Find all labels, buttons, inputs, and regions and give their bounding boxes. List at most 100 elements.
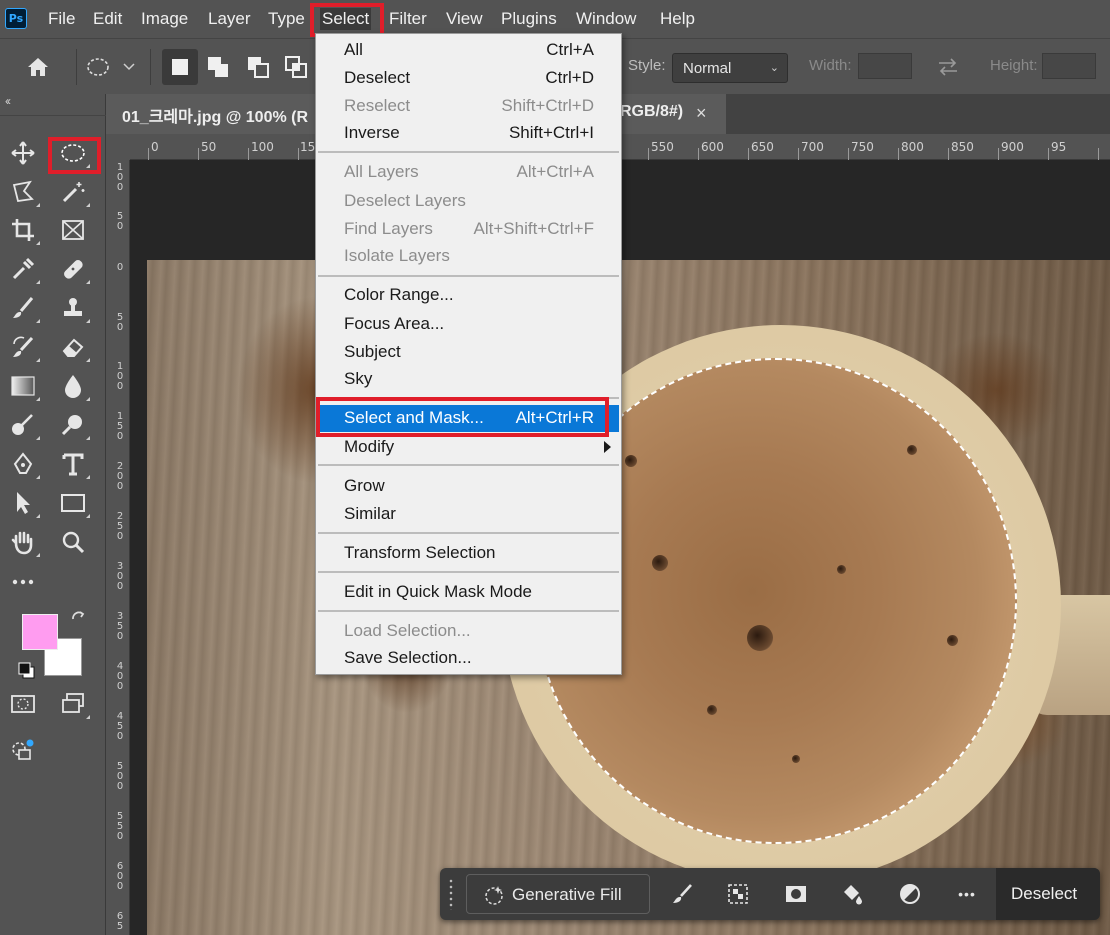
swap-width-height-icon[interactable] xyxy=(930,49,966,85)
menu-select[interactable]: Select xyxy=(320,8,372,30)
pen-tool-icon[interactable] xyxy=(5,447,41,481)
menu-item-quick-mask-mode[interactable]: Edit in Quick Mask Mode xyxy=(316,579,621,606)
adjustment-layer-icon[interactable] xyxy=(897,881,923,907)
deselect-button[interactable]: Deselect xyxy=(996,868,1100,920)
menu-layer[interactable]: Layer xyxy=(206,8,253,30)
ruler-tick xyxy=(798,148,799,160)
eyedropper-tool-icon[interactable] xyxy=(5,252,41,286)
menu-help[interactable]: Help xyxy=(658,8,697,30)
default-colors-icon[interactable] xyxy=(18,662,36,680)
photoshop-logo-icon[interactable]: Ps xyxy=(5,8,27,29)
menu-item-color-range[interactable]: Color Range... xyxy=(316,282,621,309)
more-tools-icon[interactable] xyxy=(5,565,41,599)
ruler-label: 500 xyxy=(116,761,124,792)
menu-window[interactable]: Window xyxy=(574,8,638,30)
intersect-selection-icon[interactable] xyxy=(278,49,314,85)
ruler-tick xyxy=(898,148,899,160)
menu-plugins[interactable]: Plugins xyxy=(499,8,559,30)
height-input[interactable] xyxy=(1042,53,1096,79)
document-image[interactable] xyxy=(147,260,1110,935)
invert-selection-icon[interactable] xyxy=(725,881,751,907)
menu-view[interactable]: View xyxy=(444,8,485,30)
swap-colors-icon[interactable] xyxy=(70,610,88,628)
frame-tool-icon[interactable] xyxy=(55,213,91,247)
ruler-label: 200 xyxy=(116,461,124,492)
chevron-down-icon[interactable] xyxy=(114,49,144,85)
create-mask-icon[interactable] xyxy=(783,881,809,907)
rectangle-tool-icon[interactable] xyxy=(55,486,91,520)
type-tool-icon[interactable] xyxy=(55,447,91,481)
elliptical-marquee-tool-icon[interactable] xyxy=(55,136,91,170)
quick-mask-icon[interactable] xyxy=(5,687,41,721)
menu-image[interactable]: Image xyxy=(139,8,190,30)
foreground-color-swatch[interactable] xyxy=(22,614,58,650)
menu-item-inverse[interactable]: Inverse Shift+Ctrl+I xyxy=(316,120,621,147)
lasso-tool-icon[interactable] xyxy=(5,175,41,209)
dodge-tool-icon[interactable] xyxy=(5,408,41,442)
add-to-selection-icon[interactable] xyxy=(200,49,236,85)
ruler-label: 700 xyxy=(801,140,824,154)
style-select[interactable]: Normal ⌄ xyxy=(672,53,788,83)
gradient-tool-icon[interactable] xyxy=(5,369,41,403)
home-icon[interactable] xyxy=(20,49,56,85)
path-selection-tool-icon[interactable] xyxy=(5,486,41,520)
panel-grip[interactable] xyxy=(0,110,106,116)
ruler-label: 600 xyxy=(701,140,724,154)
menu-item-all[interactable]: All Ctrl+A xyxy=(316,37,621,64)
healing-brush-tool-icon[interactable] xyxy=(55,252,91,286)
menu-item-save-selection[interactable]: Save Selection... xyxy=(316,645,621,672)
menu-item-focus-area[interactable]: Focus Area... xyxy=(316,311,621,338)
fill-selection-icon[interactable] xyxy=(839,881,865,907)
menu-separator xyxy=(318,571,619,573)
document-tab-title: 01_크레마.jpg @ 100% (R xyxy=(122,109,309,126)
ruler-tick xyxy=(748,148,749,160)
divider xyxy=(76,49,77,85)
eraser-tool-icon[interactable] xyxy=(55,330,91,364)
screen-mode-icon[interactable] xyxy=(55,687,91,721)
brush-tool-icon[interactable] xyxy=(5,291,41,325)
magic-wand-tool-icon[interactable] xyxy=(55,175,91,209)
menu-filter[interactable]: Filter xyxy=(387,8,429,30)
menu-file[interactable]: File xyxy=(46,8,77,30)
search-icon[interactable] xyxy=(55,525,91,559)
zoom-icon[interactable] xyxy=(55,408,91,442)
menu-edit[interactable]: Edit xyxy=(91,8,124,30)
crop-tool-icon[interactable] xyxy=(5,213,41,247)
generative-fill-button[interactable]: Generative Fill xyxy=(466,874,650,914)
move-tool-icon[interactable] xyxy=(5,136,41,170)
menu-item-grow[interactable]: Grow xyxy=(316,473,621,500)
ruler-label: 400 xyxy=(116,661,124,692)
close-icon[interactable]: × xyxy=(696,103,707,124)
ruler-label: 250 xyxy=(116,511,124,542)
more-options-icon[interactable]: ••• xyxy=(954,881,980,907)
elliptical-marquee-preset-icon[interactable] xyxy=(82,49,118,85)
chevron-down-icon: ⌄ xyxy=(769,62,779,74)
menu-item-similar[interactable]: Similar xyxy=(316,501,621,528)
ruler-tick xyxy=(848,148,849,160)
ruler-label: 600 xyxy=(116,861,124,892)
ruler-label: 150 xyxy=(116,411,124,442)
blur-tool-icon[interactable] xyxy=(55,369,91,403)
subtract-from-selection-icon[interactable] xyxy=(240,49,276,85)
drag-handle-icon[interactable] xyxy=(448,878,454,910)
modify-selection-brush-icon[interactable] xyxy=(670,881,696,907)
width-input[interactable] xyxy=(858,53,912,79)
ruler-label: 850 xyxy=(951,140,974,154)
menu-item-subject[interactable]: Subject xyxy=(316,339,621,366)
ruler-label: 750 xyxy=(851,140,874,154)
new-selection-icon[interactable] xyxy=(162,49,198,85)
menu-item-sky[interactable]: Sky xyxy=(316,366,621,393)
menu-item-transform-selection[interactable]: Transform Selection xyxy=(316,540,621,567)
history-brush-tool-icon[interactable] xyxy=(5,330,41,364)
width-label: Width: xyxy=(809,57,852,74)
ruler-label: 450 xyxy=(116,711,124,742)
foam-bubble xyxy=(625,455,637,467)
menu-type[interactable]: Type xyxy=(266,8,307,30)
menu-item-modify[interactable]: Modify xyxy=(316,434,621,461)
hand-tool-icon[interactable] xyxy=(5,525,41,559)
clone-stamp-tool-icon[interactable] xyxy=(55,291,91,325)
generative-layers-icon[interactable] xyxy=(5,733,41,767)
collapse-panel-icon[interactable]: ‹‹ xyxy=(5,94,11,108)
menu-item-deselect[interactable]: Deselect Ctrl+D xyxy=(316,65,621,92)
menu-item-select-and-mask[interactable]: Select and Mask... Alt+Ctrl+R xyxy=(318,405,619,432)
